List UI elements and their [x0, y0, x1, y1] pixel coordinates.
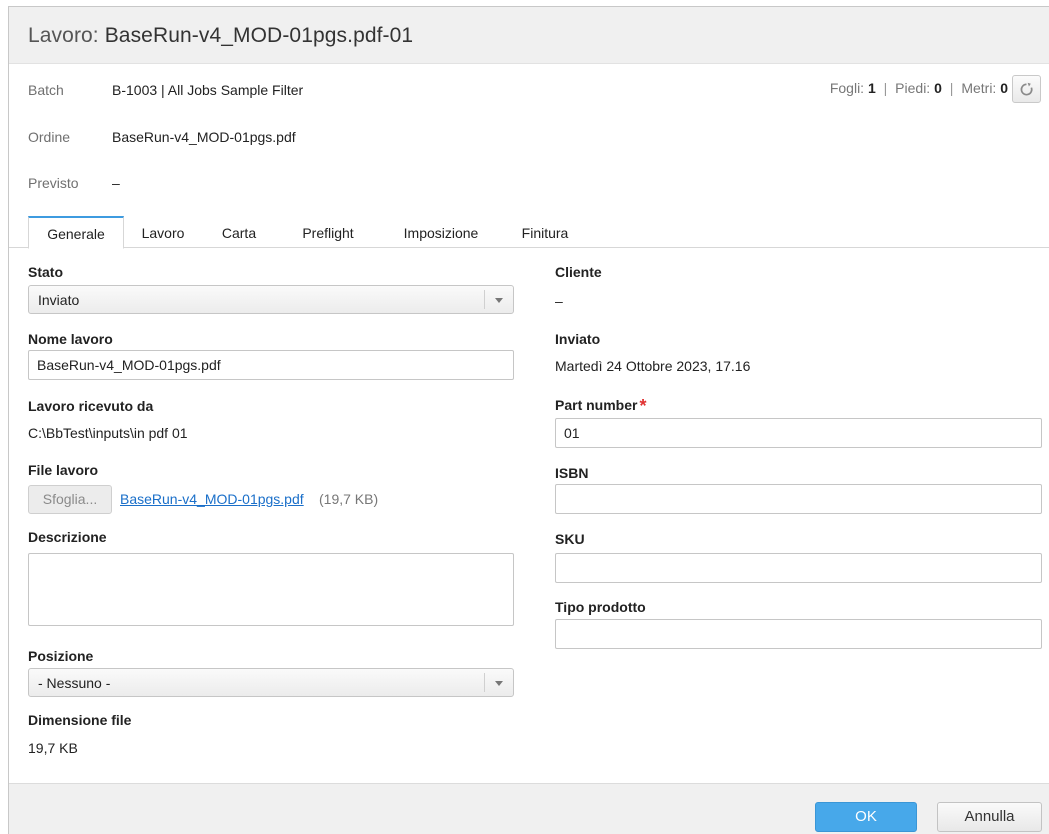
select-divider — [484, 290, 485, 309]
chevron-down-icon — [495, 681, 503, 686]
stats-separator: | — [949, 80, 954, 96]
dialog-title: Lavoro: BaseRun-v4_MOD-01pgs.pdf-01 — [28, 24, 413, 48]
submitted-label: Inviato — [555, 331, 601, 347]
position-select[interactable]: - Nessuno - — [28, 668, 514, 697]
tab-preflight[interactable]: Preflight — [287, 216, 369, 248]
browse-button[interactable]: Sfoglia... — [28, 485, 112, 514]
job-file-label: File lavoro — [28, 462, 99, 478]
stats-separator: | — [883, 80, 888, 96]
job-name-label: Nome lavoro — [28, 331, 113, 347]
tab-bar: Generale Lavoro Carta Preflight Imposizi… — [9, 216, 1049, 249]
select-divider — [484, 673, 485, 692]
product-type-input[interactable] — [555, 619, 1042, 649]
expected-label: Previsto — [28, 175, 79, 191]
ok-button[interactable]: OK — [815, 802, 917, 832]
meters-value: 0 — [1000, 80, 1008, 96]
sheets-value: 1 — [867, 80, 876, 96]
tab-generale[interactable]: Generale — [28, 216, 124, 249]
meters-label: Metri: — [961, 80, 997, 96]
dialog-title-value: BaseRun-v4_MOD-01pgs.pdf-01 — [104, 24, 414, 47]
tab-lavoro[interactable]: Lavoro — [133, 216, 193, 248]
refresh-button[interactable] — [1012, 75, 1041, 103]
batch-label: Batch — [28, 82, 64, 98]
refresh-icon — [1020, 82, 1033, 95]
tab-finitura[interactable]: Finitura — [507, 216, 583, 248]
dialog-header: Lavoro: BaseRun-v4_MOD-01pgs.pdf-01 — [9, 7, 1049, 64]
sku-label: SKU — [555, 531, 585, 547]
received-from-value: C:\BbTest\inputs\in pdf 01 — [28, 425, 188, 441]
job-file-link[interactable]: BaseRun-v4_MOD-01pgs.pdf — [120, 491, 304, 507]
part-number-label-text: Part number — [555, 397, 638, 413]
order-value: BaseRun-v4_MOD-01pgs.pdf — [112, 129, 296, 145]
batch-value: B-1003 | All Jobs Sample Filter — [112, 82, 304, 98]
cancel-button[interactable]: Annulla — [937, 802, 1042, 832]
sheets-label: Fogli: — [829, 80, 865, 96]
description-label: Descrizione — [28, 529, 107, 545]
file-size-value: 19,7 KB — [28, 740, 78, 756]
position-select-value: - Nessuno - — [38, 675, 111, 691]
received-from-label: Lavoro ricevuto da — [28, 398, 154, 414]
isbn-label: ISBN — [555, 465, 589, 481]
customer-value: – — [555, 293, 563, 309]
required-marker: * — [639, 396, 647, 416]
status-select-value: Inviato — [38, 292, 80, 308]
job-stats: Fogli: 1 | Piedi: 0 | Metri: 0 — [830, 80, 1008, 96]
isbn-input[interactable] — [555, 484, 1042, 514]
expected-value: – — [112, 175, 120, 191]
feet-value: 0 — [934, 80, 942, 96]
status-label: Stato — [28, 264, 63, 280]
part-number-label: Part number * — [555, 396, 646, 417]
job-name-input[interactable]: BaseRun-v4_MOD-01pgs.pdf — [28, 350, 514, 380]
feet-label: Piedi: — [895, 80, 931, 96]
dialog-title-label: Lavoro: — [28, 24, 99, 47]
order-label: Ordine — [28, 129, 71, 145]
chevron-down-icon — [495, 298, 503, 303]
part-number-input[interactable]: 01 — [555, 418, 1042, 448]
status-select[interactable]: Inviato — [28, 285, 514, 314]
customer-label: Cliente — [555, 264, 602, 280]
sku-input[interactable] — [555, 553, 1042, 583]
position-label: Posizione — [28, 648, 94, 664]
tab-imposizione[interactable]: Imposizione — [387, 216, 495, 248]
dialog-footer: OK Annulla — [9, 783, 1049, 834]
tab-carta[interactable]: Carta — [207, 216, 271, 248]
file-size-label: Dimensione file — [28, 712, 132, 728]
product-type-label: Tipo prodotto — [555, 599, 646, 615]
job-dialog: Lavoro: BaseRun-v4_MOD-01pgs.pdf-01 Batc… — [8, 6, 1049, 834]
description-textarea[interactable] — [28, 553, 514, 626]
job-file-size: (19,7 KB) — [319, 491, 379, 507]
submitted-value: Martedì 24 Ottobre 2023, 17.16 — [555, 358, 751, 374]
